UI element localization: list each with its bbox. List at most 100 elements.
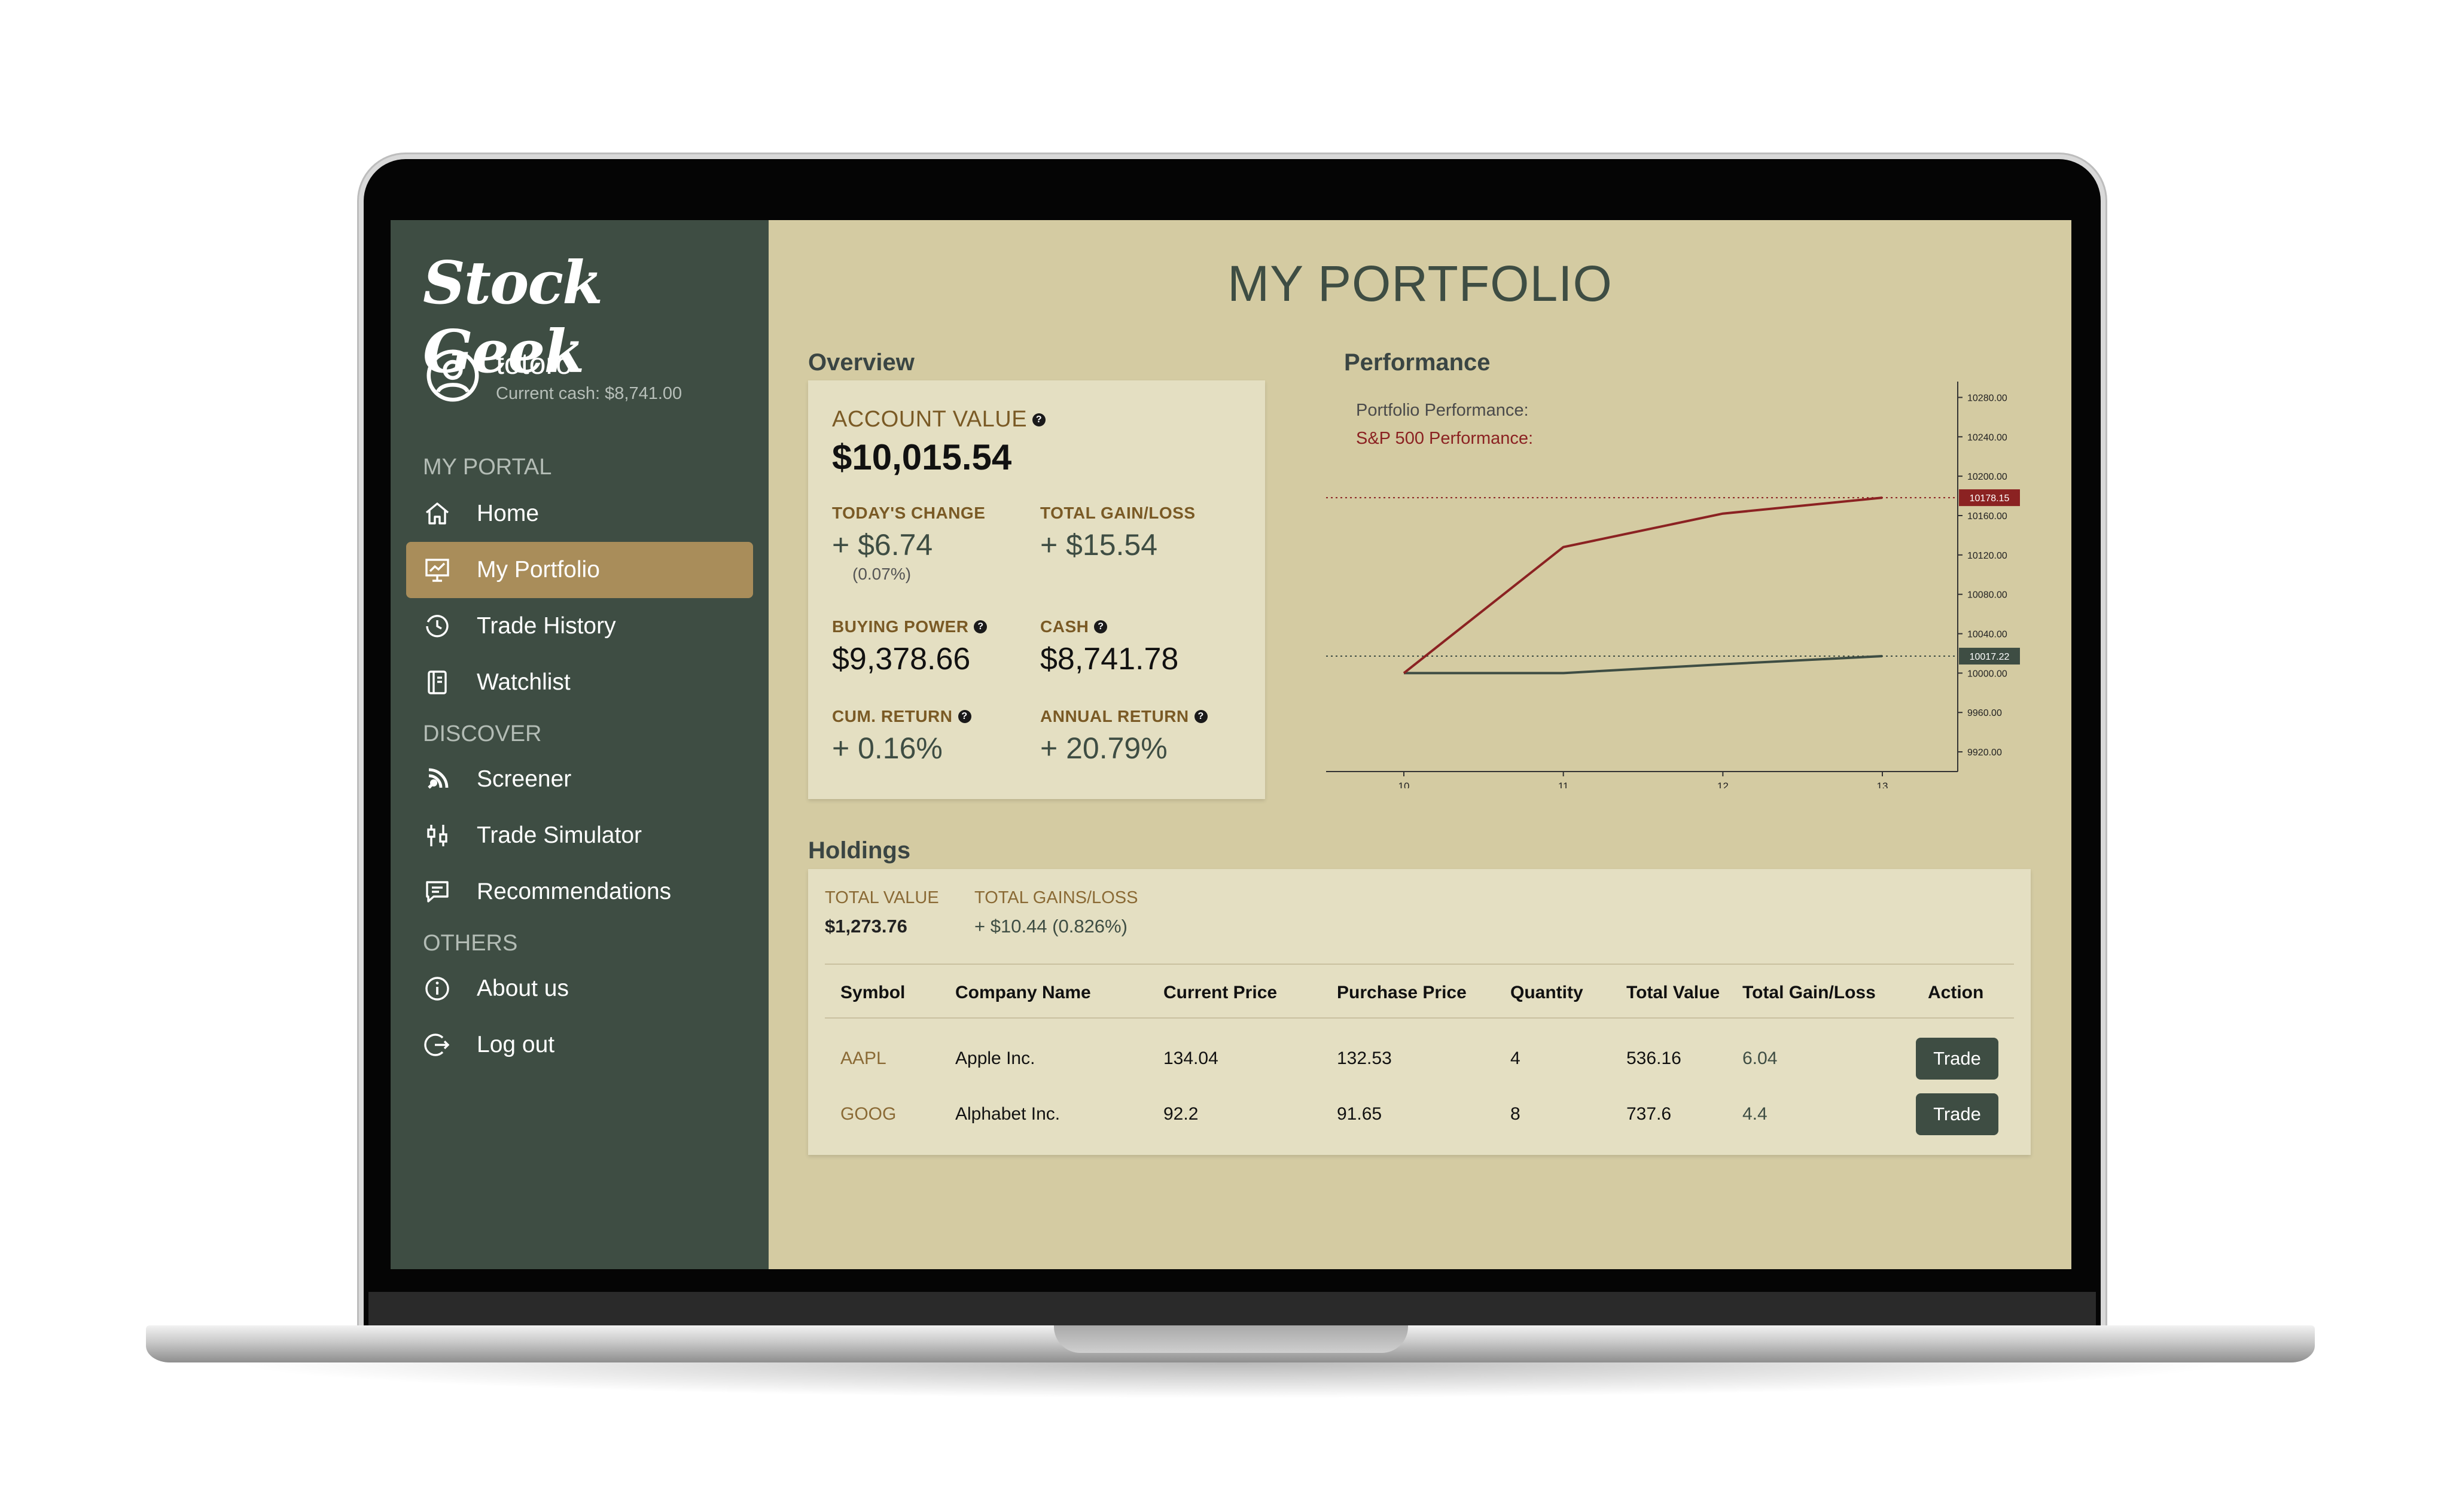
account-value: $10,015.54 xyxy=(832,437,1012,477)
page-title: MY PORTFOLIO xyxy=(1227,255,1613,312)
col-header-total-gain[interactable]: Total Gain/Loss xyxy=(1742,983,1876,1003)
sidebar-item-log-out[interactable]: Log out xyxy=(406,1017,753,1073)
row-total-value: 536.16 xyxy=(1626,1048,1681,1068)
row-total-value: 737.6 xyxy=(1626,1104,1672,1124)
user-circle-icon xyxy=(426,349,479,402)
app-screen: Stock Geek totoro Current cash: $8,741.0… xyxy=(391,220,2071,1269)
performance-heading: Performance xyxy=(1344,349,1491,376)
y-tick-label: 9960.00 xyxy=(1967,708,2002,718)
x-tick-label: 13 xyxy=(1877,781,1888,788)
performance-chart: Portfolio Performance: S&P 500 Performan… xyxy=(1326,376,2038,788)
sidebar-item-label: Screener xyxy=(477,766,572,792)
row-purchase-price: 91.65 xyxy=(1337,1104,1382,1124)
row-quantity: 4 xyxy=(1510,1048,1520,1068)
help-icon[interactable]: ? xyxy=(1094,620,1108,633)
col-header-symbol[interactable]: Symbol xyxy=(840,983,905,1003)
sidebar-item-label: Home xyxy=(477,501,540,526)
sidebar-item-label: Recommendations xyxy=(477,879,672,904)
total-gain-label: TOTAL GAIN/LOSS xyxy=(1040,504,1196,522)
col-header-current-price[interactable]: Current Price xyxy=(1163,983,1277,1003)
total-gain-value: + $15.54 xyxy=(1040,528,1158,562)
annual-return-label-text: ANNUAL RETURN xyxy=(1040,707,1189,725)
cash-value: $8,741.78 xyxy=(1040,642,1179,676)
holdings-divider xyxy=(825,964,2014,965)
series-last-value-label: 10017.22 xyxy=(1970,652,2010,662)
row-current-price: 92.2 xyxy=(1163,1104,1199,1124)
laptop-shadow xyxy=(227,1362,2237,1398)
sidebar-item-watchlist[interactable]: Watchlist xyxy=(406,654,753,711)
sidebar-item-trade-simulator[interactable]: Trade Simulator xyxy=(406,807,753,864)
series-line xyxy=(1403,496,1883,674)
buying-power-value: $9,378.66 xyxy=(832,642,971,676)
cum-return-value: + 0.16% xyxy=(832,731,943,765)
series-line xyxy=(1404,655,1883,675)
clock-history-icon xyxy=(426,615,449,638)
user-name: totoro xyxy=(496,347,572,380)
trade-button[interactable]: Trade xyxy=(1916,1038,1998,1080)
help-icon[interactable]: ? xyxy=(974,620,988,633)
annual-return-value: + 20.79% xyxy=(1040,731,1168,765)
overview-card: ACCOUNT VALUE ? $10,015.54 TODAY'S CHANG… xyxy=(808,380,1265,799)
user-cash: Current cash: $8,741.00 xyxy=(496,384,682,403)
todays-change-label: TODAY'S CHANGE xyxy=(832,504,986,522)
x-tick-label: 12 xyxy=(1717,781,1729,788)
cash-label: CASH ? xyxy=(1040,617,1108,636)
y-tick-label: 10200.00 xyxy=(1967,472,2007,482)
row-company: Apple Inc. xyxy=(955,1048,1035,1068)
main-content: MY PORTFOLIO Overview ACCOUNT VALUE ? $1… xyxy=(769,220,2071,1269)
help-icon[interactable]: ? xyxy=(1194,710,1208,723)
todays-change-value: + $6.74 xyxy=(832,528,933,562)
user-profile: totoro Current cash: $8,741.00 xyxy=(425,347,682,404)
row-symbol[interactable]: AAPL xyxy=(840,1048,886,1069)
sidebar-item-trade-history[interactable]: Trade History xyxy=(406,598,753,654)
col-header-action: Action xyxy=(1928,983,1984,1002)
row-total-gain: 4.4 xyxy=(1742,1104,1768,1124)
col-header-quantity[interactable]: Quantity xyxy=(1510,983,1583,1003)
sidebar-item-label: Trade History xyxy=(477,613,616,639)
help-icon[interactable]: ? xyxy=(1032,413,1046,426)
sidebar-item-screener[interactable]: Screener xyxy=(406,751,753,807)
holdings-heading: Holdings xyxy=(808,837,911,864)
section-others: OTHERS xyxy=(423,931,518,956)
help-icon[interactable]: ? xyxy=(958,710,971,723)
col-header-company[interactable]: Company Name xyxy=(955,983,1091,1003)
logout-icon xyxy=(424,1034,450,1056)
sidebar-item-about-us[interactable]: About us xyxy=(406,961,753,1017)
sidebar-item-home[interactable]: Home xyxy=(406,486,753,542)
col-header-total-value[interactable]: Total Value xyxy=(1626,983,1720,1003)
series-last-value-label: 10178.15 xyxy=(1970,493,2010,504)
buying-power-label: BUYING POWER ? xyxy=(832,617,988,636)
trade-button[interactable]: Trade xyxy=(1916,1093,1998,1135)
holdings-card: TOTAL VALUE $1,273.76 TOTAL GAINS/LOSS +… xyxy=(808,869,2031,1155)
sidebar-item-my-portfolio[interactable]: My Portfolio xyxy=(406,542,753,598)
y-tick-label: 10240.00 xyxy=(1967,432,2007,443)
y-tick-label: 10040.00 xyxy=(1967,630,2007,640)
sidebar-item-label: Log out xyxy=(477,1032,555,1057)
x-tick-label: 11 xyxy=(1558,781,1569,788)
cum-return-label-text: CUM. RETURN xyxy=(832,707,953,725)
holdings-header-divider xyxy=(825,1017,2014,1019)
y-tick-label: 10080.00 xyxy=(1967,590,2007,600)
row-symbol[interactable]: GOOG xyxy=(840,1104,896,1124)
holdings-total-value-label: TOTAL VALUE xyxy=(825,888,939,907)
y-tick-label: 9920.00 xyxy=(1967,748,2002,758)
message-icon xyxy=(426,881,449,903)
sidebar-item-label: About us xyxy=(477,976,569,1001)
cum-return-label: CUM. RETURN ? xyxy=(832,707,971,726)
info-icon xyxy=(425,977,449,1001)
row-quantity: 8 xyxy=(1510,1104,1520,1124)
section-discover: DISCOVER xyxy=(423,721,542,746)
buying-power-label-text: BUYING POWER xyxy=(832,617,969,636)
holdings-total-gains: + $10.44 (0.826%) xyxy=(974,916,1128,937)
y-tick-label: 10120.00 xyxy=(1967,551,2007,561)
laptop-bezel-bottom xyxy=(368,1292,2096,1325)
cash-label-text: CASH xyxy=(1040,617,1089,636)
account-value-label: ACCOUNT VALUE ? xyxy=(832,407,1046,432)
sidebar-item-recommendations[interactable]: Recommendations xyxy=(406,864,753,920)
performance-chart-svg: 10280.00 10240.00 10200.00 10160.00 10120.00… xyxy=(1326,382,2020,788)
x-tick-label: 10 xyxy=(1398,781,1410,788)
col-header-purchase-price[interactable]: Purchase Price xyxy=(1337,983,1467,1003)
account-value-label-text: ACCOUNT VALUE xyxy=(832,407,1028,432)
annual-return-label: ANNUAL RETURN ? xyxy=(1040,707,1208,726)
row-total-gain: 6.04 xyxy=(1742,1048,1778,1068)
